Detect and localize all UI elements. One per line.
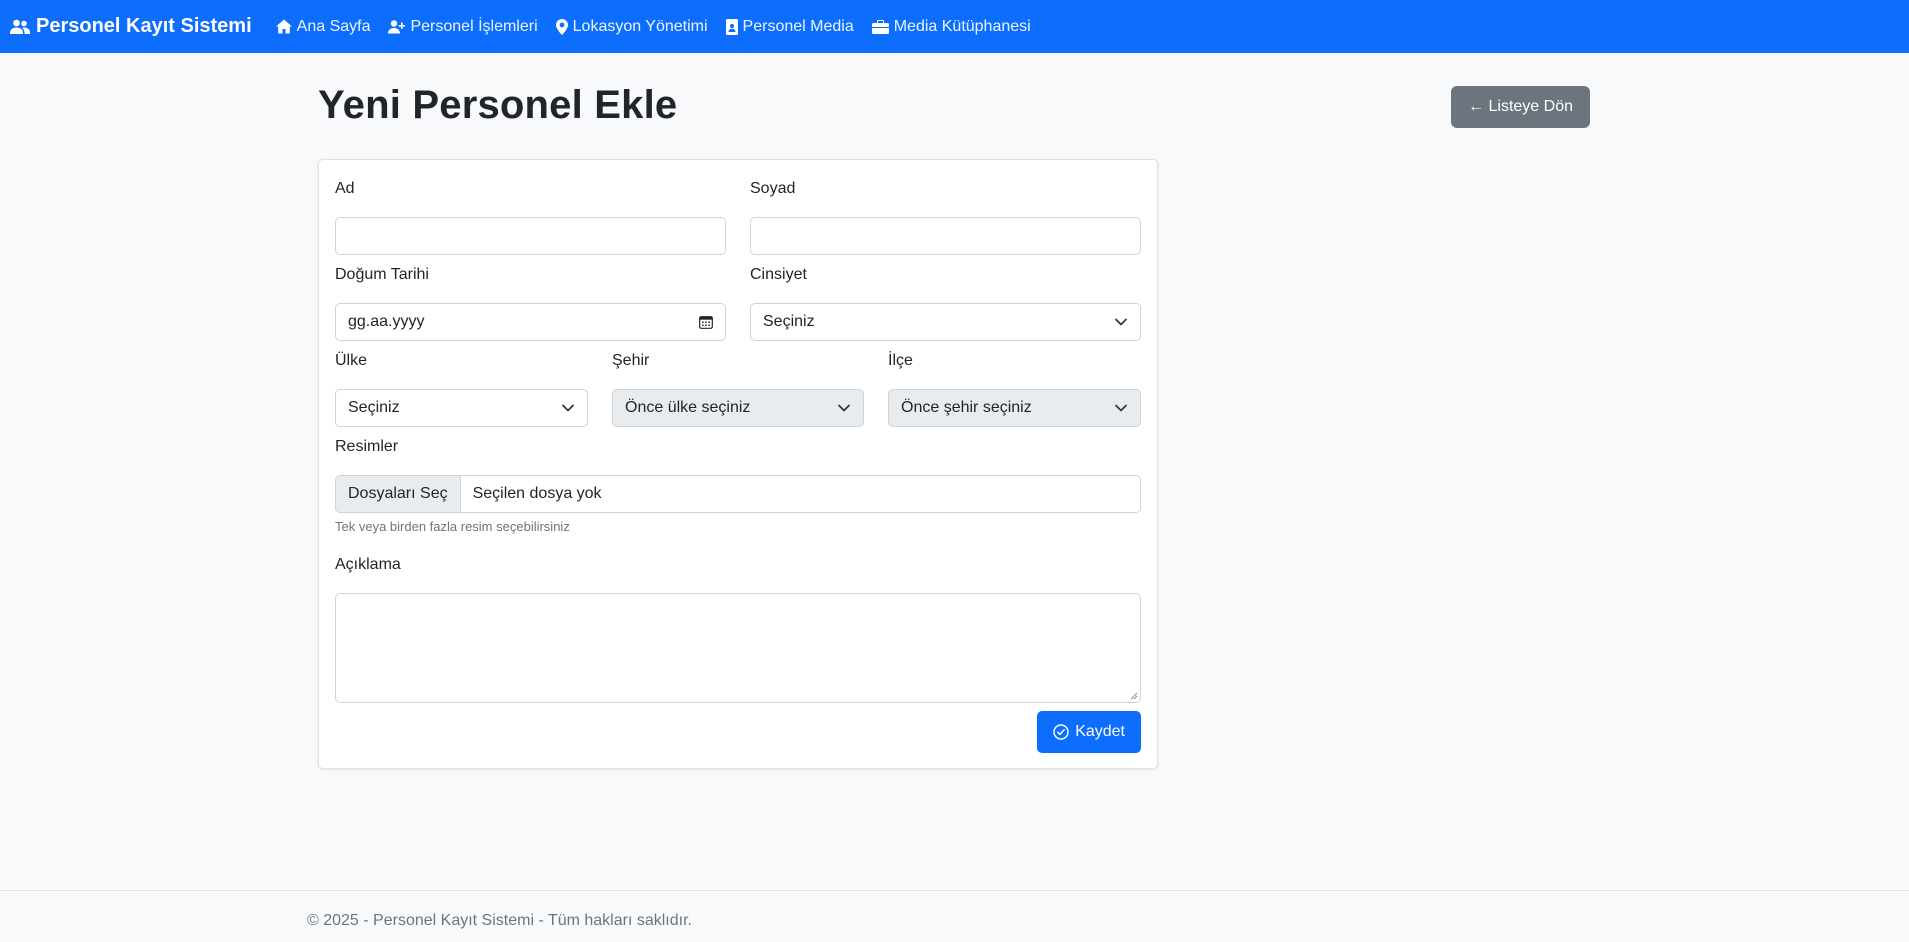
nav-item-personel-islemleri[interactable]: Personel İşlemleri bbox=[388, 17, 538, 36]
nav-item-personel-media[interactable]: Personel Media bbox=[725, 17, 854, 36]
cinsiyet-select[interactable]: Seçiniz bbox=[750, 303, 1141, 341]
aciklama-textarea[interactable] bbox=[335, 593, 1141, 703]
cinsiyet-group: Cinsiyet Seçiniz bbox=[750, 265, 1141, 341]
ulke-selected: Seçiniz bbox=[348, 399, 400, 416]
nav-item-label: Ana Sayfa bbox=[296, 17, 371, 35]
people-icon bbox=[10, 19, 30, 34]
resimler-help-text: Tek veya birden fazla resim seçebilirsin… bbox=[335, 519, 570, 534]
resimler-file-input[interactable]: Dosyaları Seç Seçilen dosya yok bbox=[335, 475, 1141, 513]
chevron-down-icon bbox=[562, 404, 574, 412]
ulke-group: Ülke Seçiniz bbox=[335, 351, 588, 427]
calendar-icon[interactable] bbox=[699, 315, 713, 329]
geo-pin-icon bbox=[555, 18, 568, 35]
nav-links: Ana Sayfa Personel İşlemleri Lokasyon Yö… bbox=[275, 17, 1031, 36]
main-container: Yeni Personel Ekle ← Listeye Dön Ad Soya… bbox=[318, 53, 1590, 769]
nav-item-label: Personel Media bbox=[742, 17, 854, 35]
ulke-select[interactable]: Seçiniz bbox=[335, 389, 588, 427]
nav-item-media-kutuphanesi[interactable]: Media Kütüphanesi bbox=[871, 17, 1031, 36]
nav-item-label: Lokasyon Yönetimi bbox=[572, 17, 708, 35]
house-icon bbox=[275, 19, 292, 34]
brand-link[interactable]: Personel Kayıt Sistemi bbox=[10, 15, 252, 38]
ilce-group: İlçe Önce şehir seçiniz bbox=[888, 351, 1141, 427]
chevron-down-icon bbox=[1115, 318, 1127, 326]
ulke-label: Ülke bbox=[335, 352, 368, 369]
nav-item-label: Personel İşlemleri bbox=[410, 17, 538, 35]
dogum-tarihi-input[interactable]: gg.aa.yyyy bbox=[335, 303, 726, 341]
aciklama-group: Açıklama bbox=[335, 555, 1141, 703]
brand-title: Personel Kayıt Sistemi bbox=[36, 15, 252, 37]
dogum-tarihi-group: Doğum Tarihi gg.aa.yyyy bbox=[335, 265, 726, 341]
ad-label: Ad bbox=[335, 180, 355, 197]
soyad-input[interactable] bbox=[750, 217, 1141, 255]
resimler-label: Resimler bbox=[335, 438, 399, 455]
footer-copyright: © 2025 - Personel Kayıt Sistemi - Tüm ha… bbox=[307, 912, 692, 929]
back-to-list-button[interactable]: ← Listeye Dön bbox=[1451, 85, 1590, 128]
person-badge-icon bbox=[725, 18, 738, 35]
nav-item-label: Media Kütüphanesi bbox=[893, 17, 1031, 35]
check-circle-icon bbox=[1053, 724, 1069, 740]
sehir-selected: Önce ülke seçiniz bbox=[625, 399, 751, 416]
dogum-tarihi-placeholder: gg.aa.yyyy bbox=[348, 313, 425, 330]
choose-files-button[interactable]: Dosyaları Seç bbox=[336, 476, 461, 512]
footer: © 2025 - Personel Kayıt Sistemi - Tüm ha… bbox=[0, 890, 1909, 942]
ad-group: Ad bbox=[335, 179, 726, 255]
page-header: Yeni Personel Ekle ← Listeye Dön bbox=[318, 53, 1590, 158]
nav-item-lokasyon-yonetimi[interactable]: Lokasyon Yönetimi bbox=[555, 17, 708, 36]
ilce-select: Önce şehir seçiniz bbox=[888, 389, 1141, 427]
sehir-select: Önce ülke seçiniz bbox=[612, 389, 864, 427]
cinsiyet-selected: Seçiniz bbox=[763, 313, 815, 330]
aciklama-label: Açıklama bbox=[335, 556, 401, 573]
resize-handle-icon[interactable] bbox=[1130, 692, 1138, 700]
ilce-label: İlçe bbox=[888, 352, 913, 369]
save-button[interactable]: Kaydet bbox=[1037, 711, 1141, 753]
cinsiyet-label: Cinsiyet bbox=[750, 266, 807, 283]
resimler-group: Resimler Dosyaları Seç Seçilen dosya yok… bbox=[335, 437, 1141, 534]
briefcase-icon bbox=[871, 19, 889, 34]
nav-item-ana-sayfa[interactable]: Ana Sayfa bbox=[275, 17, 371, 36]
sehir-label: Şehir bbox=[612, 352, 650, 369]
soyad-label: Soyad bbox=[750, 180, 796, 197]
ad-input[interactable] bbox=[335, 217, 726, 255]
personel-form-card: Ad Soyad Doğum Tarihi gg.aa.yyyy Cinsiye… bbox=[318, 159, 1158, 769]
soyad-group: Soyad bbox=[750, 179, 1141, 255]
page-title: Yeni Personel Ekle bbox=[318, 83, 678, 127]
sehir-group: Şehir Önce ülke seçiniz bbox=[612, 351, 864, 427]
file-status: Seçilen dosya yok bbox=[472, 485, 602, 502]
ilce-selected: Önce şehir seçiniz bbox=[901, 399, 1032, 416]
dogum-tarihi-label: Doğum Tarihi bbox=[335, 266, 429, 283]
chevron-down-icon bbox=[1115, 404, 1127, 412]
top-navbar: Personel Kayıt Sistemi Ana Sayfa Persone… bbox=[0, 0, 1909, 53]
save-button-label: Kaydet bbox=[1075, 723, 1125, 740]
chevron-down-icon bbox=[838, 404, 850, 412]
person-plus-icon bbox=[388, 19, 406, 33]
